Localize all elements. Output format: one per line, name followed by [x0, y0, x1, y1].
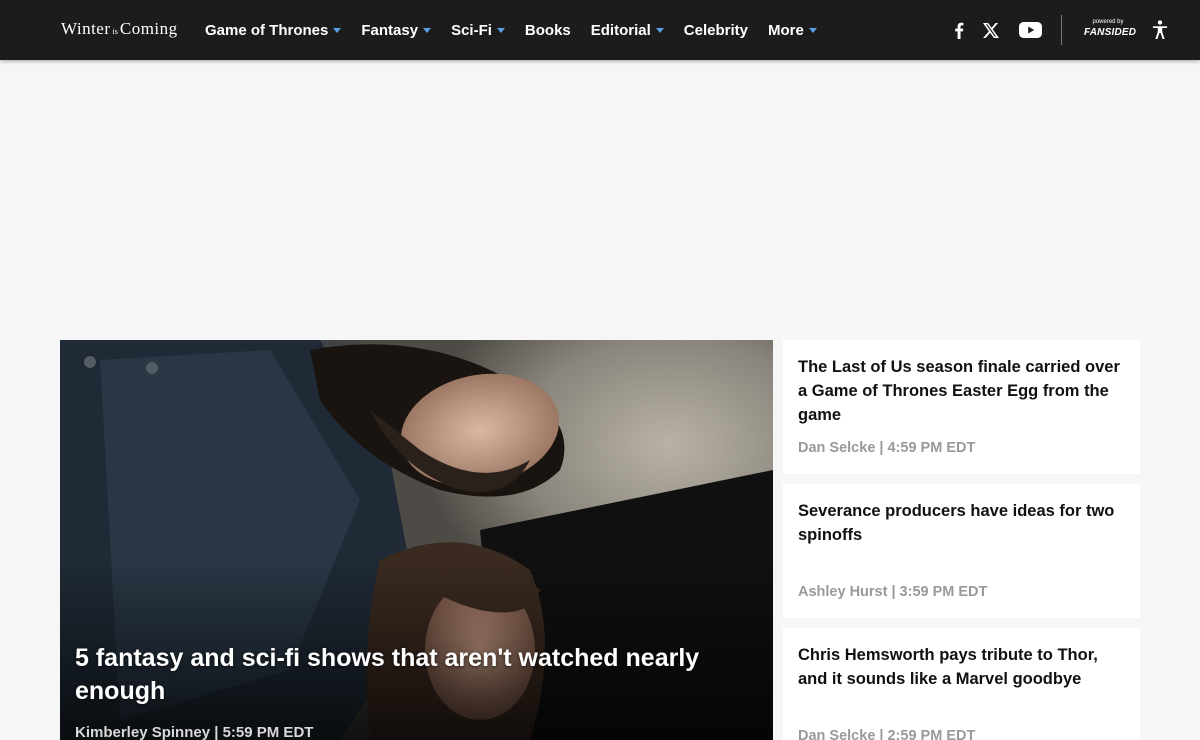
hero-article[interactable]: 5 fantasy and sci-fi shows that aren't w…	[60, 340, 773, 740]
site-header: Winter is Coming Game of Thrones Fantasy S…	[0, 0, 1200, 60]
card-meta: Ashley Hurst | 3:59 PM EDT	[798, 584, 988, 600]
nav-item-celebrity[interactable]: Celebrity	[684, 22, 748, 39]
header-divider	[1061, 15, 1062, 45]
nav-item-fantasy[interactable]: Fantasy	[361, 21, 432, 39]
youtube-icon	[1018, 22, 1042, 38]
nav-item-editorial[interactable]: Editorial	[591, 22, 664, 39]
card-title[interactable]: Severance producers have ideas for two s…	[798, 499, 1128, 547]
card-title[interactable]: The Last of Us season finale carried ove…	[798, 355, 1128, 427]
powered-by-label: powered by	[1092, 19, 1124, 25]
nav-item-label: Sci-Fi	[451, 21, 492, 39]
hero-title[interactable]: 5 fantasy and sci-fi shows that aren't w…	[75, 642, 755, 708]
nav-item-more[interactable]: More	[768, 22, 817, 39]
nav-item-label: Game of Thrones	[205, 21, 329, 39]
chevron-down-icon	[333, 28, 342, 33]
fansided-brand: FANSIDED	[1084, 27, 1137, 38]
fansided-logo[interactable]: powered by FANSIDED	[1084, 18, 1137, 42]
main-nav: Game of Thrones Fantasy Sci-Fi Books Edi…	[205, 0, 837, 60]
hero-meta: Kimberley Spinney | 5:59 PM EDT	[75, 724, 314, 740]
card-meta: Dan Selcke | 4:59 PM EDT	[798, 440, 976, 456]
logo-word-coming: Coming	[119, 19, 178, 38]
chevron-down-icon	[655, 28, 664, 33]
nav-item-label: Fantasy	[361, 21, 419, 39]
ad-space	[0, 60, 1200, 335]
site-logo[interactable]: Winter is Coming	[61, 19, 178, 41]
facebook-link[interactable]	[948, 0, 970, 60]
logo-word-is: is	[112, 27, 118, 36]
nav-item-label: More	[767, 21, 804, 39]
side-article-card[interactable]: Severance producers have ideas for two s…	[783, 484, 1140, 618]
accessibility-icon	[1153, 20, 1167, 39]
card-meta: Dan Selcke | 2:59 PM EDT	[798, 728, 976, 740]
chevron-down-icon	[423, 28, 432, 33]
card-title[interactable]: Chris Hemsworth pays tribute to Thor, an…	[798, 643, 1128, 691]
chevron-down-icon	[496, 28, 505, 33]
nav-item-sci-fi[interactable]: Sci-Fi	[451, 22, 505, 39]
nav-item-label: Celebrity	[683, 21, 748, 39]
nav-item-game-of-thrones[interactable]: Game of Thrones	[205, 21, 342, 39]
accessibility-button[interactable]	[1148, 16, 1172, 44]
chevron-down-icon	[808, 28, 817, 33]
x-link[interactable]	[980, 0, 1002, 60]
nav-item-label: Books	[524, 21, 571, 39]
facebook-icon	[955, 22, 964, 39]
x-icon	[983, 22, 999, 38]
youtube-link[interactable]	[1017, 0, 1043, 60]
side-article-card[interactable]: The Last of Us season finale carried ove…	[783, 340, 1140, 474]
nav-item-label: Editorial	[590, 21, 651, 39]
nav-item-books[interactable]: Books	[525, 22, 571, 39]
logo-word-winter: Winter	[61, 19, 111, 38]
side-article-card[interactable]: Chris Hemsworth pays tribute to Thor, an…	[783, 628, 1140, 740]
